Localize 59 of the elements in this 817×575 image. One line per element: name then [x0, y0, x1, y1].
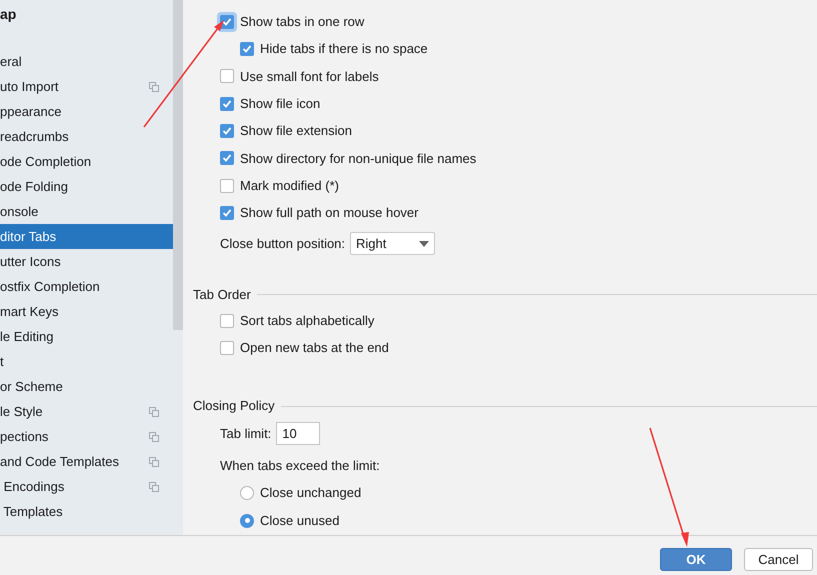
checkbox[interactable] [220, 178, 234, 193]
field-label: When tabs exceed the limit: [220, 457, 380, 476]
tree-item[interactable]: ode Folding [0, 174, 173, 199]
tree-item[interactable]: t [0, 349, 173, 374]
tree-item[interactable]: mart Keys [0, 299, 173, 324]
checkbox[interactable] [220, 69, 234, 84]
copy-icon [149, 82, 159, 92]
checkbox[interactable] [220, 124, 234, 138]
section-title: Tab Order [193, 286, 251, 304]
checkbox[interactable] [220, 314, 234, 328]
tree-title: ap [0, 6, 16, 22]
tree-item[interactable]: uto Import [0, 74, 173, 99]
radio-label: Close unchanged [260, 484, 362, 502]
tab-limit-field[interactable]: 10 [276, 422, 320, 445]
tree-item[interactable]: le Style [0, 399, 173, 424]
radio-button[interactable] [240, 486, 254, 500]
scrollbar-thumb[interactable] [173, 0, 183, 330]
tree-item[interactable]: and Code Templates [0, 449, 173, 474]
checkbox[interactable] [220, 96, 234, 111]
copy-icon [149, 482, 159, 492]
tree-item[interactable]: le Editing [0, 324, 173, 349]
tree-item[interactable]: Encodings [0, 474, 173, 499]
field-label: Tab limit: [220, 424, 272, 443]
checkbox-label: Open new tabs at the end [240, 339, 389, 358]
copy-icon [149, 456, 159, 466]
checkbox[interactable] [240, 42, 254, 56]
checkbox-label: Use small font for labels [240, 68, 379, 86]
checkbox-label: Sort tabs alphabetically [240, 312, 374, 330]
cancel-button[interactable]: Cancel [744, 548, 813, 571]
field-label: Close button position: [220, 234, 346, 253]
checkbox[interactable] [220, 341, 234, 356]
tree-item[interactable]: ditor Tabs [0, 224, 173, 249]
caret-icon [419, 240, 430, 247]
checkbox-label: Show tabs in one row [240, 12, 364, 31]
checkbox-label: Show full path on mouse hover [240, 204, 418, 222]
tree-item[interactable]: pections [0, 424, 173, 449]
tree-item[interactable]: ppearance [0, 99, 173, 124]
tree-item[interactable]: utter Icons [0, 249, 173, 274]
ok-button[interactable]: OK [660, 548, 732, 571]
tree-item[interactable]: or Scheme [0, 374, 173, 399]
copy-icon [149, 406, 159, 416]
tree-item[interactable]: eral [0, 49, 173, 74]
checkbox-label: Show directory for non-unique file names [240, 150, 476, 168]
copy-icon [149, 432, 159, 442]
checkbox-label: Show file icon [240, 94, 320, 113]
tree-item[interactable]: onsole [0, 199, 173, 224]
checkbox-label: Hide tabs if there is no space [260, 40, 428, 58]
tree-item[interactable]: ostfix Completion [0, 274, 173, 299]
radio-button[interactable] [240, 514, 254, 528]
radio-label: Close unused [260, 512, 340, 530]
checkbox[interactable] [220, 151, 234, 166]
dropdown[interactable]: Right [350, 232, 436, 256]
section-title: Closing Policy [193, 397, 275, 416]
checkbox-label: Mark modified (*) [240, 176, 339, 195]
checkbox-label: Show file extension [240, 122, 352, 140]
tree-item[interactable]: readcrumbs [0, 124, 173, 149]
tree-item[interactable]: Templates [0, 499, 173, 524]
checkbox[interactable] [220, 206, 234, 220]
tree-item[interactable]: ode Completion [0, 149, 173, 174]
